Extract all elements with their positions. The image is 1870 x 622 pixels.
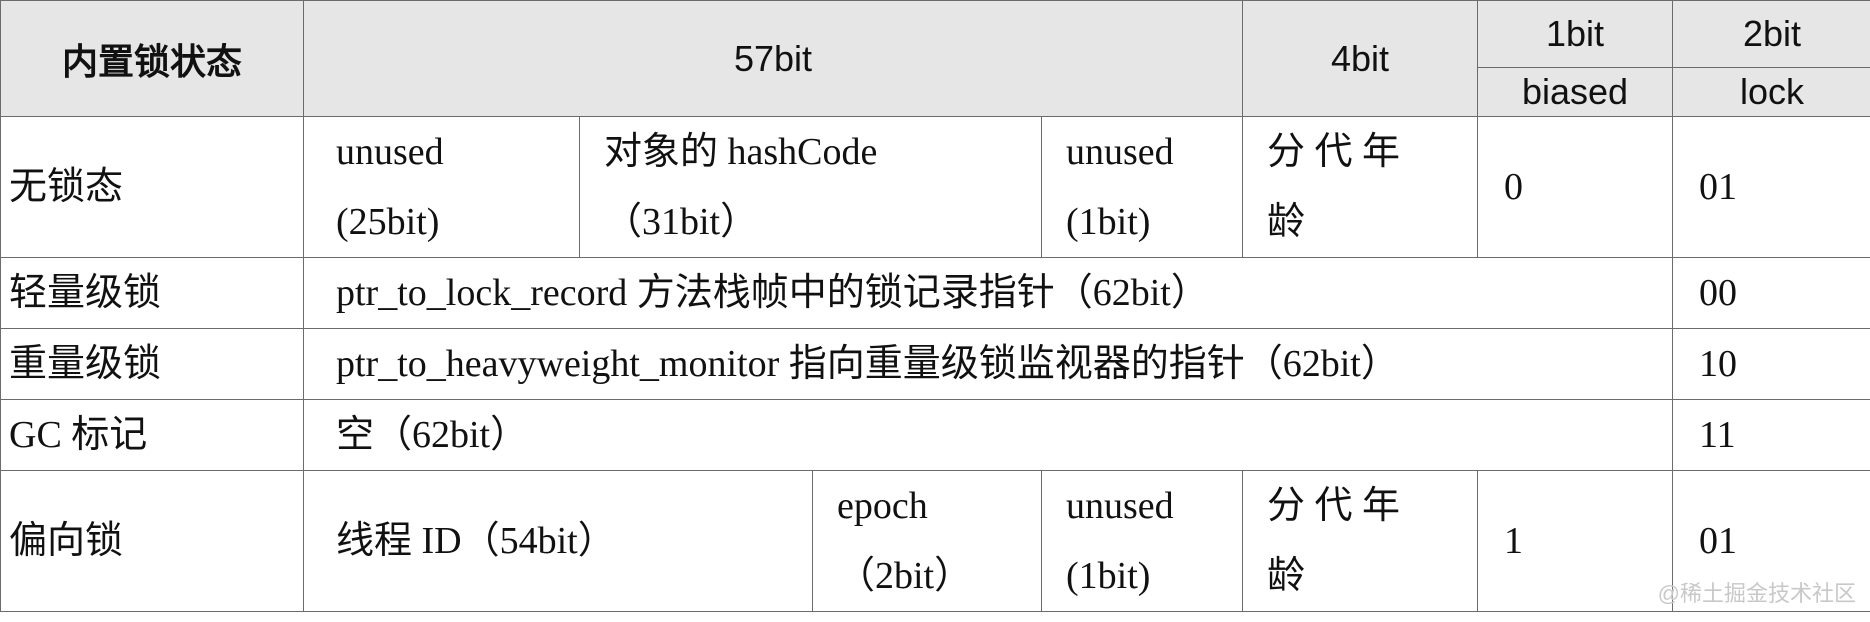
light-content-cell: ptr_to_lock_record 方法栈帧中的锁记录指针（62bit） xyxy=(302,257,1674,329)
biased-bit-cell: 0 xyxy=(1477,116,1674,258)
watermark: @稀土掘金技术社区 xyxy=(1657,581,1856,606)
header-biased: biased xyxy=(1477,67,1674,117)
lock-bit-cell: 11 xyxy=(1672,399,1870,471)
epoch-cell: epoch （2bit） xyxy=(812,470,1042,612)
lock-bit-cell: 00 xyxy=(1672,257,1870,329)
mark-word-table: 内置锁状态 57bit 4bit 1bit 2bit biased lock 无… xyxy=(0,0,1870,612)
state-light: 轻量级锁 xyxy=(0,257,304,329)
state-nolock: 无锁态 xyxy=(0,116,304,258)
state-gc: GC 标记 xyxy=(0,399,304,471)
header-state: 内置锁状态 xyxy=(0,0,304,117)
table-row-gc: GC 标记 空（62bit） 11 xyxy=(0,399,1870,471)
lock-bit-cell: 01 xyxy=(1672,116,1870,258)
state-biased: 偏向锁 xyxy=(0,470,304,612)
table-row-heavy: 重量级锁 ptr_to_heavyweight_monitor 指向重量级锁监视… xyxy=(0,328,1870,400)
lock-bit-cell: 10 xyxy=(1672,328,1870,400)
header-2bit: 2bit xyxy=(1672,0,1870,68)
state-heavy: 重量级锁 xyxy=(0,328,304,400)
header-1bit: 1bit xyxy=(1477,0,1674,68)
header-4bit: 4bit xyxy=(1242,0,1479,117)
unused-1bit-cell: unused (1bit) xyxy=(1040,116,1244,258)
unused-25bit-cell: unused (25bit) xyxy=(303,116,580,258)
table-row-biased: 偏向锁 线程 ID（54bit） epoch （2bit） unused (1b… xyxy=(0,470,1870,612)
age-cell: 分 代 年 龄 xyxy=(1242,116,1479,258)
heavy-content-cell: ptr_to_heavyweight_monitor 指向重量级锁监视器的指针（… xyxy=(302,328,1674,400)
gc-content-cell: 空（62bit） xyxy=(302,399,1674,471)
unused-1bit-cell: unused (1bit) xyxy=(1040,470,1244,612)
thread-id-cell: 线程 ID（54bit） xyxy=(303,470,813,612)
table-row-light: 轻量级锁 ptr_to_lock_record 方法栈帧中的锁记录指针（62bi… xyxy=(0,257,1870,329)
header-57bit: 57bit xyxy=(302,0,1244,117)
hashcode-cell: 对象的 hashCode （31bit） xyxy=(579,116,1042,258)
biased-bit-cell: 1 xyxy=(1477,470,1674,612)
age-cell: 分 代 年 龄 xyxy=(1242,470,1479,612)
header-lock: lock xyxy=(1672,67,1870,117)
table-row-nolock: 无锁态 unused (25bit) 对象的 hashCode （31bit） … xyxy=(0,116,1870,258)
